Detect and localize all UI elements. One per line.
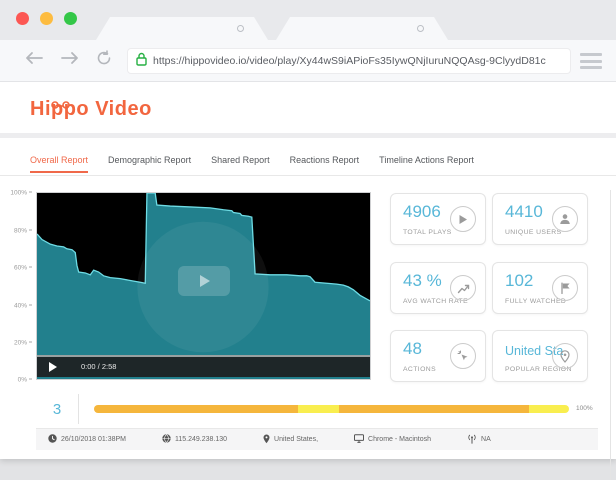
clock-icon <box>48 434 57 445</box>
hippo-ears-icon <box>51 92 71 115</box>
play-icon <box>200 275 210 287</box>
y-axis-tick: 100% <box>2 190 32 197</box>
location-pin-icon <box>263 434 270 446</box>
trend-icon <box>450 275 476 301</box>
location-pin-icon <box>552 343 578 369</box>
refresh-icon[interactable] <box>96 50 112 66</box>
progress-segment <box>298 405 338 413</box>
browser-tab-1[interactable] <box>96 17 268 40</box>
minimize-window-button[interactable] <box>40 12 53 25</box>
monitor-icon <box>354 434 364 445</box>
forward-arrow-icon[interactable] <box>60 51 80 65</box>
control-play-button[interactable] <box>49 362 57 372</box>
stat-card-actions: 48 ACTIONS <box>390 330 486 382</box>
viewer-progress-bar <box>94 405 569 413</box>
browser-topbar <box>0 0 616 40</box>
stat-label: TOTAL PLAYS <box>403 229 452 236</box>
tab-timeline-actions-report[interactable]: Timeline Actions Report <box>379 155 474 173</box>
y-axis-tick: 0% <box>2 377 32 384</box>
scrollbar-track[interactable] <box>610 190 611 480</box>
meta-datetime: 26/10/2018 01:38PM <box>48 434 126 445</box>
meta-browser-os: Chrome - Macintosh <box>354 434 431 445</box>
tab-reactions-report[interactable]: Reactions Report <box>290 155 360 173</box>
progress-segment <box>529 405 569 413</box>
report-tabs: Overall Report Demographic Report Shared… <box>30 155 616 173</box>
cursor-click-icon <box>450 343 476 369</box>
vertical-divider <box>78 394 79 424</box>
stat-card-total-plays: 4906 TOTAL PLAYS <box>390 193 486 245</box>
viewer-meta-row: 26/10/2018 01:38PM 115.249.238.130 Unite… <box>36 428 598 450</box>
user-icon <box>552 206 578 232</box>
viewer-percent: 100% <box>576 405 593 412</box>
tab-close-icon[interactable] <box>417 25 424 32</box>
stat-label: UNIQUE USERS <box>505 229 562 236</box>
url-text: https://hippovideo.io/video/play/Xy44wS9… <box>153 55 546 67</box>
tab-demographic-report[interactable]: Demographic Report <box>108 155 191 173</box>
back-arrow-icon[interactable] <box>24 51 44 65</box>
menu-icon[interactable] <box>580 53 602 69</box>
traffic-lights <box>16 12 77 25</box>
tabs-underline <box>0 175 616 176</box>
globe-icon <box>162 434 171 445</box>
video-time: 0:00 / 2:58 <box>81 362 116 371</box>
stat-card-avg-watch-rate: 43 % AVG WATCH RATE <box>390 262 486 314</box>
meta-location: United States, <box>263 434 318 446</box>
browser-toolbar: https://hippovideo.io/video/play/Xy44wS9… <box>0 40 616 82</box>
stat-label: FULLY WATCHED <box>505 298 566 305</box>
stat-value: 102 <box>505 271 533 291</box>
stat-value: 48 <box>403 339 422 359</box>
y-axis-tick: 40% <box>2 302 32 309</box>
y-axis-tick: 80% <box>2 227 32 234</box>
progress-segment <box>94 405 298 413</box>
seek-bar[interactable] <box>37 355 370 357</box>
lock-icon <box>136 52 147 71</box>
stat-card-popular-region: United Sta.. POPULAR REGION <box>492 330 588 382</box>
stat-card-fully-watched: 102 FULLY WATCHED <box>492 262 588 314</box>
tab-shared-report[interactable]: Shared Report <box>211 155 270 173</box>
stat-value: 4906 <box>403 202 441 222</box>
browser-window: https://hippovideo.io/video/play/Xy44wS9… <box>0 0 616 459</box>
tab-overall-report[interactable]: Overall Report <box>30 155 88 173</box>
browser-tab-2[interactable] <box>276 17 448 40</box>
stat-value: 43 % <box>403 271 442 291</box>
progress-segment <box>339 405 529 413</box>
video-controlbar: 0:00 / 2:58 <box>37 355 370 377</box>
stat-value: 4410 <box>505 202 543 222</box>
video-player[interactable]: 0:00 / 2:58 <box>36 192 371 380</box>
maximize-window-button[interactable] <box>64 12 77 25</box>
flag-icon <box>552 275 578 301</box>
url-bar[interactable]: https://hippovideo.io/video/play/Xy44wS9… <box>127 48 571 74</box>
close-window-button[interactable] <box>16 12 29 25</box>
y-axis-tick: 60% <box>2 265 32 272</box>
y-axis-tick: 20% <box>2 340 32 347</box>
page-content: Hippo Video Overall Report Demographic R… <box>0 82 616 459</box>
big-play-button[interactable] <box>178 266 230 296</box>
header-divider <box>0 133 616 138</box>
hippo-video-logo[interactable]: Hippo Video <box>30 98 152 121</box>
viewer-index: 3 <box>36 390 78 428</box>
viewer-row-card: 3 100% 26/10/2018 01:38PM 115.249.238.13… <box>36 390 598 450</box>
meta-ip: 115.249.238.130 <box>162 434 227 445</box>
play-icon <box>450 206 476 232</box>
signal-icon <box>467 434 477 446</box>
tab-close-icon[interactable] <box>237 25 244 32</box>
meta-network: NA <box>467 434 491 446</box>
stat-card-unique-users: 4410 UNIQUE USERS <box>492 193 588 245</box>
logo-text: Hippo Video <box>30 98 152 120</box>
stat-label: ACTIONS <box>403 366 436 373</box>
viewer-row[interactable]: 3 100% <box>36 390 598 428</box>
